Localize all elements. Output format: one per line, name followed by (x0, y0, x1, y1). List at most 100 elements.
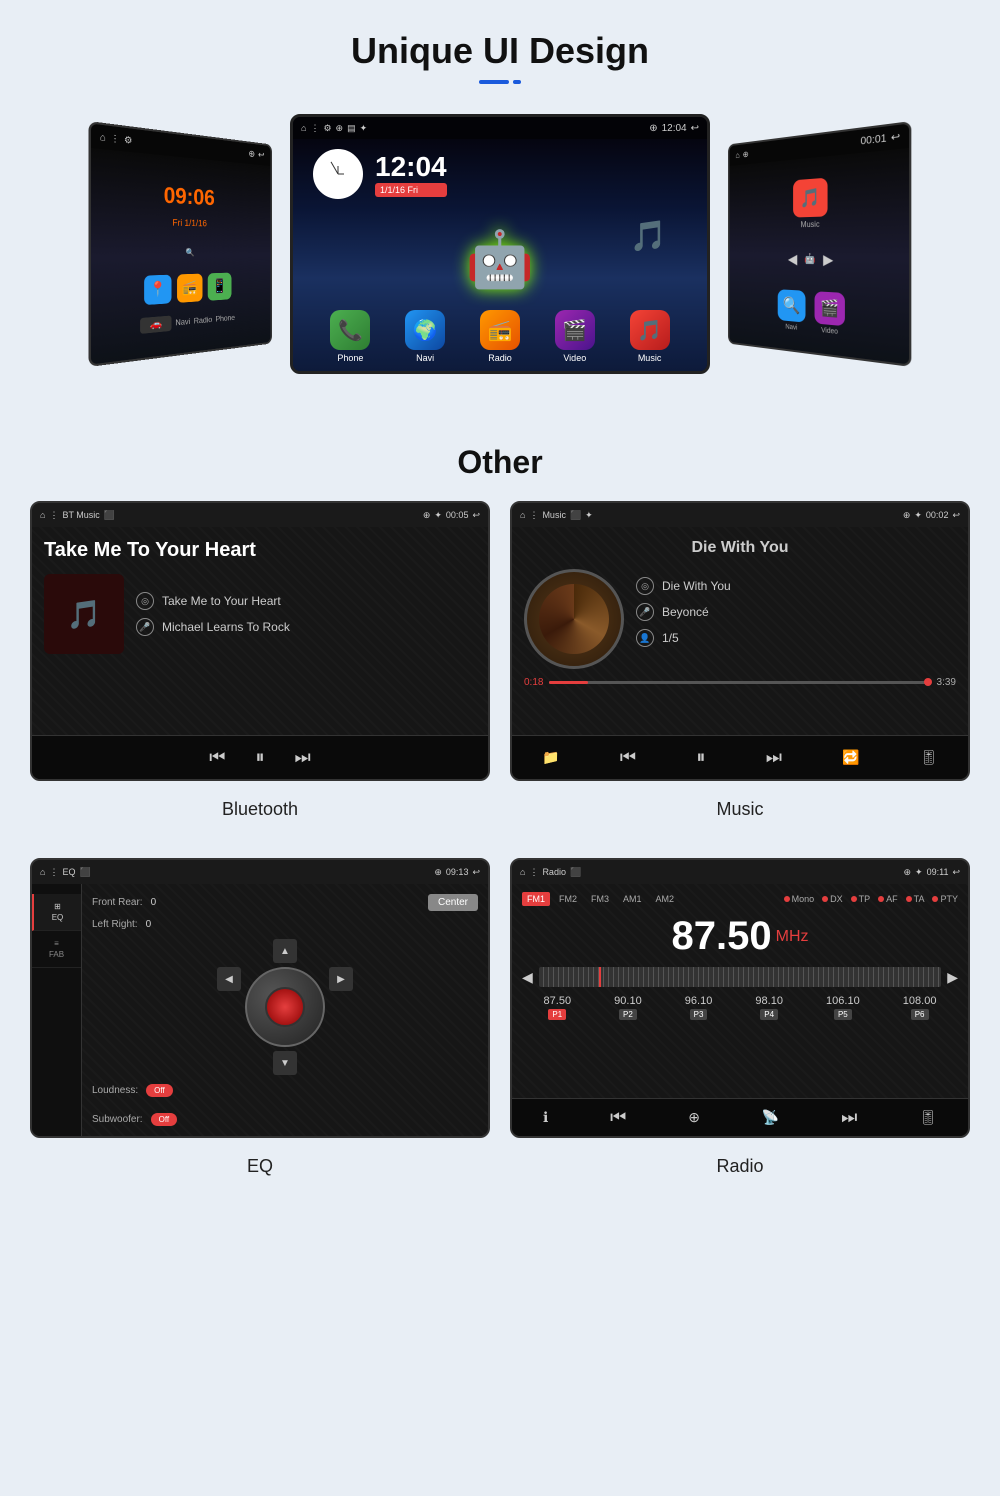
radio-freq-display: 87.50 MHz (522, 910, 958, 963)
date-badge: 1/1/16 Fri (375, 183, 447, 197)
music-folder-btn[interactable]: 📁 (542, 749, 559, 766)
eq-back-icon: ↩ (472, 867, 480, 878)
eq-knob-area: ▲ ◀ ▶ ▼ (92, 938, 478, 1076)
music-eq-btn[interactable]: 🎚 (920, 749, 938, 766)
radio-preset-1[interactable]: 87.50 P1 (544, 995, 572, 1020)
radio-fm2-btn[interactable]: FM2 (554, 892, 582, 906)
music-app-icon[interactable]: 🎵 (630, 310, 670, 350)
radio-app-icon[interactable]: 📻 (480, 310, 520, 350)
radio-next-btn[interactable]: ⏭ (841, 1107, 857, 1128)
music-menu-icon: ⋮ (529, 510, 538, 521)
preset3-freq: 96.10 (685, 995, 713, 1007)
right-navi-icon[interactable]: 🔍 (778, 289, 806, 322)
eq-left-right-row: Left Right: 0 (92, 919, 478, 930)
radio-eq-btn[interactable]: 🎚 (919, 1109, 937, 1126)
eq-loudness-row: Loudness: Off (92, 1084, 478, 1097)
eq-arrow-down[interactable]: ▼ (273, 1051, 297, 1075)
bt-prev-btn[interactable]: ⏮ (209, 747, 225, 768)
radio-home-btn[interactable]: ⊕ (688, 1109, 700, 1126)
music-progress-bar[interactable] (549, 681, 930, 684)
radio-am2-btn[interactable]: AM2 (651, 892, 680, 906)
music-prev-btn[interactable]: ⏮ (620, 747, 636, 768)
center-app-radio[interactable]: 📻 Radio (480, 310, 520, 363)
bt-track-name: Take Me to Your Heart (162, 594, 281, 608)
eq-arrows-container: ▲ ◀ ▶ ▼ (217, 939, 353, 1075)
bt-back-icon: ↩ (472, 510, 480, 521)
left-radio-icon[interactable]: 📻 (177, 273, 202, 302)
eq-center-button[interactable]: Center (428, 894, 478, 911)
radio-preset-4[interactable]: 98.10 P4 (755, 995, 783, 1020)
radio-preset-2[interactable]: 90.10 P2 (614, 995, 642, 1020)
right-music-icon[interactable]: 🎵 (793, 178, 827, 218)
phone-app-icon[interactable]: 📞 (330, 310, 370, 350)
right-video-app[interactable]: 🎬 Video (815, 291, 845, 336)
eq-main: Front Rear: 0 Center Left Right: 0 ▲ (82, 884, 488, 1136)
radio-preset-3[interactable]: 96.10 P3 (685, 995, 713, 1020)
music-progress: 0:18 3:39 (524, 677, 956, 688)
radio-bt-icon: ✦ (915, 867, 923, 878)
eq-sidebar: ⊞ EQ ≡ FAB (32, 884, 82, 1136)
radio-prev-btn[interactable]: ⏮ (610, 1107, 626, 1128)
radio-fm1-btn[interactable]: FM1 (522, 892, 550, 906)
music-player-screen: ⌂ ⋮ Music ⬛ ✦ ⊕ ✦ 00:02 ↩ Die With You (510, 501, 970, 781)
bt-next-btn[interactable]: ⏭ (295, 747, 311, 768)
center-app-phone[interactable]: 📞 Phone (330, 310, 370, 363)
radio-am1-btn[interactable]: AM1 (618, 892, 647, 906)
center-big-time: 12:04 1/1/16 Fri (375, 151, 447, 197)
right-navi-app[interactable]: 🔍 Navi (778, 289, 806, 332)
phone-app-label: Phone (337, 353, 363, 363)
right-prev-icon[interactable]: ◀ (788, 251, 797, 268)
radio-tune-left-icon[interactable]: ◀ (522, 969, 533, 986)
navi-app-icon[interactable]: 🌍 (405, 310, 445, 350)
radio-top-row: FM1 FM2 FM3 AM1 AM2 Mono DX TP AF TA PTY (522, 892, 958, 910)
eq-knob[interactable] (245, 967, 325, 1047)
eq-sidebar-eq[interactable]: ⊞ EQ (32, 894, 81, 931)
music-track-info: ◎ Die With You 🎤 Beyoncé 👤 1/5 (636, 569, 731, 669)
mic2-icon: 🎤 (636, 603, 654, 621)
bt-pause-btn[interactable]: ⏸ (256, 747, 265, 768)
preset6-label: P6 (911, 1009, 929, 1020)
music-album-art (524, 569, 624, 669)
music-pause-btn[interactable]: ⏸ (696, 747, 705, 768)
left-phone-label: Phone (216, 313, 235, 323)
left-phone-icon[interactable]: 📱 (208, 272, 232, 300)
radio-fm3-btn[interactable]: FM3 (586, 892, 614, 906)
section1-title: Unique UI Design (351, 30, 649, 72)
bt-artist-name: Michael Learns To Rock (162, 620, 290, 634)
right-apps-top: 🎵 Music (793, 178, 827, 230)
center-app-navi[interactable]: 🌍 Navi (405, 310, 445, 363)
left-car-btn[interactable]: 🚗 (140, 315, 172, 333)
radio-info-btn[interactable]: ℹ (543, 1109, 548, 1126)
center-wifi-icon: ⚙ (323, 123, 331, 134)
radio-tuner-bar[interactable] (539, 967, 941, 987)
center-time-area: 12:04 1/1/16 Fri (293, 139, 707, 209)
left-navi-icon[interactable]: 📍 (144, 274, 171, 304)
video-app-icon[interactable]: 🎬 (555, 310, 595, 350)
right-music-app[interactable]: 🎵 Music (793, 178, 827, 230)
eq-sidebar-fab[interactable]: ≡ FAB (32, 931, 81, 968)
eq-loudness-toggle[interactable]: Off (146, 1084, 173, 1097)
eq-arrow-up[interactable]: ▲ (273, 939, 297, 963)
radio-controls: ℹ ⏮ ⊕ 📡 ⏭ 🎚 (512, 1098, 968, 1136)
center-app-music[interactable]: 🎵 Music (630, 310, 670, 363)
eq-arrow-right[interactable]: ▶ (329, 967, 353, 991)
eq-arrow-left[interactable]: ◀ (217, 967, 241, 991)
radio-menu-icon: ⋮ (529, 867, 538, 878)
eq-subwoofer-toggle[interactable]: Off (151, 1113, 178, 1126)
radio-tune-right-icon[interactable]: ▶ (947, 969, 958, 986)
radio-preset-6[interactable]: 108.00 P6 (903, 995, 937, 1020)
right-next-icon[interactable]: ▶ (823, 252, 833, 270)
radio-broadcast-btn[interactable]: 📡 (762, 1109, 779, 1126)
music-repeat-btn[interactable]: 🔁 (842, 749, 859, 766)
bt-artist-row: 🎤 Michael Learns To Rock (136, 618, 290, 636)
music-gps-icon: ⊕ (903, 510, 911, 521)
music-main-area: ◎ Die With You 🎤 Beyoncé 👤 1/5 (524, 569, 956, 669)
navi-app-label: Navi (416, 353, 434, 363)
right-video-icon[interactable]: 🎬 (815, 291, 845, 326)
center-cast-icon: ▤ (347, 123, 356, 134)
preset5-label: P5 (834, 1009, 852, 1020)
center-app-video[interactable]: 🎬 Video (555, 310, 595, 363)
radio-preset-5[interactable]: 106.10 P5 (826, 995, 860, 1020)
home-icon: ⌂ (100, 131, 106, 143)
music-next-btn[interactable]: ⏭ (766, 747, 782, 768)
